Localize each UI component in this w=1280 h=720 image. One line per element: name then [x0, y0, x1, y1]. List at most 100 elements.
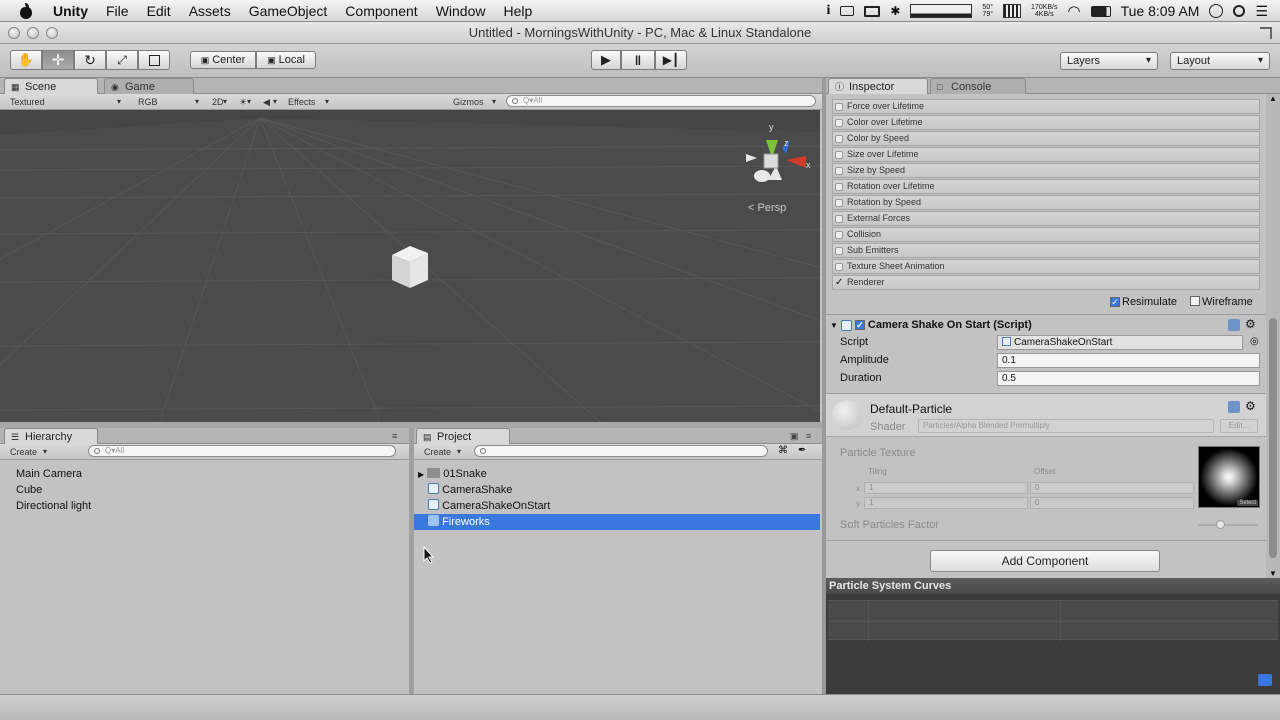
particle-texture-thumbnail[interactable]: Select: [1198, 446, 1260, 508]
tab-scene[interactable]: ▦ Scene: [4, 78, 98, 95]
script-field[interactable]: CameraShakeOnStart: [997, 335, 1243, 350]
tab-hierarchy[interactable]: ☰ Hierarchy: [4, 428, 98, 445]
color-mode-dropdown[interactable]: RGB: [134, 95, 202, 109]
particle-module-row[interactable]: Renderer: [832, 275, 1260, 290]
persp-label[interactable]: < Persp: [748, 202, 786, 214]
particle-module-row[interactable]: Texture Sheet Animation: [832, 259, 1260, 274]
module-checkbox[interactable]: [835, 215, 843, 223]
airplay-icon[interactable]: [864, 5, 881, 17]
rotate-tool-button[interactable]: ↻: [74, 50, 106, 70]
scroll-down-arrow-icon[interactable]: ▼: [1269, 569, 1277, 578]
menu-file[interactable]: File: [97, 0, 138, 22]
play-button[interactable]: ▶: [591, 50, 621, 70]
particle-module-row[interactable]: Size by Speed: [832, 163, 1260, 178]
duration-input[interactable]: 0.5: [997, 371, 1260, 386]
project-item-camerashake[interactable]: CameraShake: [428, 482, 818, 498]
texture-select-label[interactable]: Select: [1237, 500, 1258, 506]
particle-module-row[interactable]: Sub Emitters: [832, 243, 1260, 258]
menu-edit[interactable]: Edit: [138, 0, 180, 22]
tiling-y-input[interactable]: 1: [864, 497, 1028, 509]
wireframe-checkbox[interactable]: [1190, 296, 1200, 306]
module-checkbox[interactable]: [835, 135, 843, 143]
module-checkbox[interactable]: [835, 119, 843, 127]
menu-assets[interactable]: Assets: [180, 0, 240, 22]
particle-module-row[interactable]: Size over Lifetime: [832, 147, 1260, 162]
hierarchy-create-dropdown[interactable]: Create: [6, 445, 50, 459]
module-checkbox[interactable]: [835, 167, 843, 175]
lock-icon[interactable]: ▣: [790, 431, 799, 442]
module-checkbox[interactable]: [835, 276, 843, 289]
help-book-icon[interactable]: [1228, 319, 1240, 331]
particle-module-row[interactable]: Force over Lifetime: [832, 99, 1260, 114]
hierarchy-item-cube[interactable]: Cube: [16, 482, 42, 498]
project-create-dropdown[interactable]: Create: [420, 445, 464, 459]
soft-particles-slider[interactable]: [1198, 520, 1258, 529]
close-window-button[interactable]: [8, 27, 20, 39]
clock[interactable]: Tue 8:09 AM: [1121, 3, 1200, 19]
resimulate-toggle[interactable]: ✓ Resimulate: [1110, 296, 1177, 308]
rect-tool-button[interactable]: [138, 50, 170, 70]
foldout-arrow-icon[interactable]: ▼: [830, 321, 838, 330]
2d-toggle[interactable]: 2D: [208, 95, 230, 109]
project-item-01snake[interactable]: ▶ 01Snake: [418, 466, 818, 482]
pivot-center-button[interactable]: ▣ Center: [190, 51, 256, 69]
hand-tool-button[interactable]: ✋: [10, 50, 42, 70]
hierarchy-search-input[interactable]: Q▾All: [88, 445, 396, 457]
layout-dropdown[interactable]: Layout: [1170, 52, 1270, 70]
offset-y-input[interactable]: 0: [1030, 497, 1194, 509]
curves-tag-icon[interactable]: [1258, 674, 1272, 686]
component-enabled-checkbox[interactable]: ✓: [854, 320, 865, 330]
render-mode-dropdown[interactable]: Textured: [6, 95, 124, 109]
notification-center-icon[interactable]: ☰: [1255, 3, 1268, 20]
fullscreen-icon[interactable]: [1260, 27, 1272, 39]
move-tool-button[interactable]: ✛: [42, 50, 74, 70]
gizmos-dropdown[interactable]: Gizmos: [449, 95, 499, 109]
component-header[interactable]: ▼ ✓ Camera Shake On Start (Script): [830, 319, 1032, 331]
app-menu[interactable]: Unity: [44, 0, 97, 22]
battery-icon[interactable]: [1090, 5, 1111, 17]
project-search-input[interactable]: [474, 445, 768, 457]
pause-button[interactable]: ‖: [621, 50, 655, 70]
menu-gameobject[interactable]: GameObject: [240, 0, 337, 22]
object-picker-icon[interactable]: ◎: [1250, 336, 1259, 347]
menu-help[interactable]: Help: [494, 0, 541, 22]
project-panel-menu-icon[interactable]: ≡: [806, 431, 811, 441]
project-item-camerashakeonstart[interactable]: CameraShakeOnStart: [428, 498, 818, 514]
tab-game[interactable]: ◉ Game: [104, 78, 194, 95]
bluetooth-icon[interactable]: ✱: [890, 4, 900, 18]
tab-project[interactable]: ▤ Project: [416, 428, 510, 445]
slider-thumb[interactable]: [1216, 520, 1225, 529]
shader-edit-button[interactable]: Edit...: [1220, 419, 1258, 433]
particle-module-row[interactable]: Rotation by Speed: [832, 195, 1260, 210]
material-help-icon[interactable]: [1228, 401, 1240, 413]
scrollbar-thumb[interactable]: [1269, 318, 1277, 558]
tiling-x-input[interactable]: 1: [864, 482, 1028, 494]
scroll-up-arrow-icon[interactable]: ▲: [1269, 94, 1277, 103]
module-checkbox[interactable]: [835, 103, 843, 111]
shader-dropdown[interactable]: Particles/Alpha Blended Premultiply: [918, 419, 1214, 433]
minimize-window-button[interactable]: [27, 27, 39, 39]
volume-bar-icon[interactable]: [840, 6, 855, 16]
offset-x-input[interactable]: 0: [1030, 482, 1194, 494]
gear-icon[interactable]: ⚙: [1245, 317, 1256, 331]
project-item-fireworks[interactable]: Fireworks: [414, 514, 820, 530]
scene-search-input[interactable]: Q▾All: [506, 95, 816, 107]
layers-dropdown[interactable]: Layers: [1060, 52, 1158, 70]
module-checkbox[interactable]: [835, 247, 843, 255]
tab-console[interactable]: □ Console: [930, 78, 1026, 95]
module-checkbox[interactable]: [835, 199, 843, 207]
filter-label-icon[interactable]: ✒: [798, 445, 806, 456]
amplitude-input[interactable]: 0.1: [997, 353, 1260, 368]
wifi-icon[interactable]: ◠: [1067, 2, 1080, 20]
panel-menu-icon[interactable]: ≡: [392, 431, 397, 441]
tab-inspector[interactable]: ⓘ Inspector: [828, 78, 928, 95]
menu-window[interactable]: Window: [427, 0, 495, 22]
audio-toggle[interactable]: ◀: [258, 95, 280, 109]
scene-view[interactable]: y z x < Persp: [0, 110, 820, 422]
resimulate-checkbox[interactable]: ✓: [1110, 297, 1120, 307]
add-component-button[interactable]: Add Component: [930, 550, 1160, 572]
module-checkbox[interactable]: [835, 231, 843, 239]
lighting-toggle[interactable]: ☀: [234, 95, 254, 109]
particle-module-row[interactable]: Color over Lifetime: [832, 115, 1260, 130]
info-icon[interactable]: i: [826, 3, 830, 19]
